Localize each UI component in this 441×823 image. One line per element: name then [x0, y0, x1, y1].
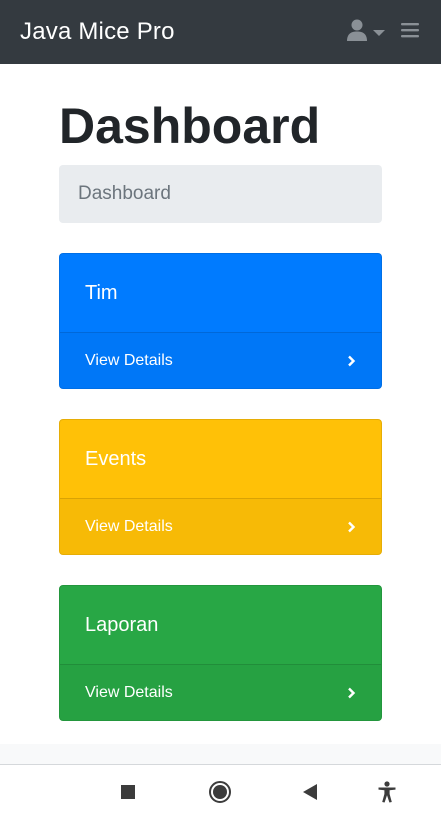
chevron-right-icon [347, 355, 356, 367]
breadcrumb-item-dashboard: Dashboard [78, 183, 171, 204]
card-title: Laporan [85, 613, 159, 636]
accessibility-button[interactable] [374, 780, 400, 808]
page-title: Dashboard [59, 98, 321, 154]
card-title: Tim [85, 281, 118, 304]
hamburger-menu-icon [401, 22, 419, 43]
top-navbar: Java Mice Pro [0, 0, 441, 64]
recents-button[interactable] [115, 781, 141, 807]
page-footer [0, 744, 441, 764]
back-button[interactable] [297, 781, 323, 807]
card-tim: Tim View Details [59, 253, 382, 389]
view-details-label: View Details [85, 351, 173, 369]
android-navigation-bar [0, 764, 441, 823]
brand-title[interactable]: Java Mice Pro [20, 18, 175, 46]
card-events: Events View Details [59, 419, 382, 555]
card-laporan: Laporan View Details [59, 585, 382, 721]
view-details-link[interactable]: View Details [60, 664, 381, 720]
view-details-link[interactable]: View Details [60, 498, 381, 554]
view-details-link[interactable]: View Details [60, 332, 381, 388]
chevron-right-icon [347, 687, 356, 699]
chevron-right-icon [347, 521, 356, 533]
home-button[interactable] [207, 780, 233, 809]
caret-down-icon [373, 30, 385, 36]
view-details-label: View Details [85, 517, 173, 535]
triangle-back-icon [302, 783, 318, 806]
breadcrumb: Dashboard [59, 165, 382, 223]
user-icon [347, 19, 367, 46]
accessibility-icon [377, 780, 397, 808]
square-recents-icon [120, 784, 136, 805]
navbar-actions [347, 19, 421, 46]
main-content: Dashboard Dashboard Tim View Details Eve… [59, 64, 382, 721]
card-title: Events [85, 447, 147, 470]
hamburger-menu-button[interactable] [399, 21, 421, 43]
user-menu-toggle[interactable] [347, 19, 385, 46]
circle-home-icon [208, 780, 232, 809]
view-details-label: View Details [85, 683, 173, 701]
